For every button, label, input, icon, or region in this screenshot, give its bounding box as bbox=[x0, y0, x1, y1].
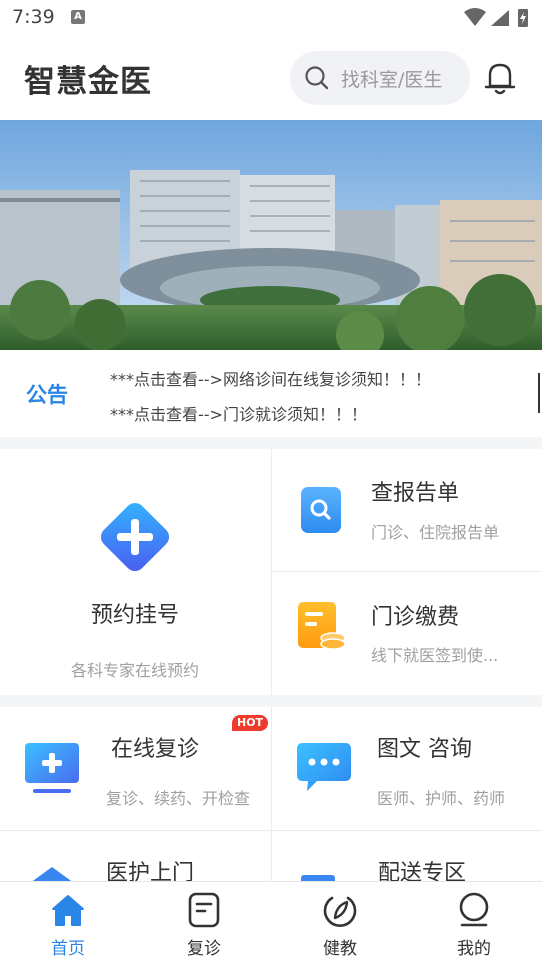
online-followup-label: 在线复诊 bbox=[111, 737, 200, 762]
tab-home[interactable]: 首页 bbox=[0, 882, 136, 966]
status-time: 7:39 bbox=[12, 6, 55, 28]
bell-icon[interactable] bbox=[484, 60, 516, 100]
monitor-plus-icon bbox=[25, 743, 79, 793]
hospital-banner[interactable] bbox=[0, 120, 542, 350]
page-title: 智慧金医 bbox=[24, 64, 152, 100]
delivery-label: 配送专区 bbox=[378, 861, 467, 881]
search-icon bbox=[304, 65, 330, 95]
tab-label: 首页 bbox=[51, 939, 85, 959]
text-cursor bbox=[538, 373, 540, 413]
announcement-tag: 公告 bbox=[26, 383, 68, 407]
secondary-services: 在线复诊 HOT 复诊、续药、开检查 图文 咨询 医师、护师、药师 医护上门 配… bbox=[0, 707, 542, 881]
payment-card[interactable]: 门诊缴费 线下就医签到使... bbox=[272, 572, 542, 695]
search-bar[interactable]: 找科室/医生 bbox=[290, 51, 470, 105]
plus-icon bbox=[100, 502, 170, 572]
app-header: 智慧金医 找科室/医生 bbox=[0, 38, 542, 120]
consult-label: 图文 咨询 bbox=[377, 737, 472, 762]
section-divider bbox=[0, 695, 542, 707]
report-label: 查报告单 bbox=[371, 481, 460, 506]
primary-services: 预约挂号 各科专家在线预约 查报告单 门诊、住院报告单 门诊缴费 线下就医签到使… bbox=[0, 449, 542, 695]
section-divider bbox=[0, 437, 542, 449]
status-icons bbox=[462, 6, 532, 34]
consult-subtitle: 医师、护师、药师 bbox=[377, 789, 506, 808]
wifi-icon bbox=[464, 8, 486, 26]
chat-icon bbox=[297, 743, 351, 791]
tab-label: 复诊 bbox=[187, 939, 221, 959]
signal-icon bbox=[491, 10, 509, 26]
report-subtitle: 门诊、住院报告单 bbox=[371, 523, 500, 542]
leaf-icon bbox=[323, 896, 357, 927]
online-followup-card[interactable]: 在线复诊 HOT 复诊、续药、开检查 bbox=[0, 707, 270, 830]
search-placeholder: 找科室/医生 bbox=[341, 69, 443, 91]
announcement-item[interactable]: ***点击查看-->门诊就诊须知！！！ bbox=[110, 401, 367, 425]
appointment-label: 预约挂号 bbox=[90, 603, 179, 628]
home-icon bbox=[52, 895, 84, 926]
payment-label: 门诊缴费 bbox=[371, 605, 460, 630]
tab-followup[interactable]: 复诊 bbox=[136, 882, 272, 966]
person-icon bbox=[459, 892, 489, 927]
announcement-bar: 公告 ***点击查看-->网络诊间在线复诊须知！！！ ***点击查看-->门诊就… bbox=[0, 351, 542, 437]
consult-card[interactable]: 图文 咨询 医师、护师、药师 bbox=[272, 707, 542, 830]
appointment-card[interactable]: 预约挂号 各科专家在线预约 bbox=[0, 449, 270, 695]
status-bar: 7:39 A bbox=[0, 0, 542, 38]
hot-badge: HOT bbox=[232, 715, 269, 731]
tab-label: 健教 bbox=[323, 939, 357, 959]
home-care-card[interactable]: 医护上门 bbox=[0, 831, 270, 881]
bottom-tab-bar: 首页 复诊 健教 我的 bbox=[0, 881, 542, 966]
home-care-label: 医护上门 bbox=[106, 861, 195, 881]
tab-education[interactable]: 健教 bbox=[272, 882, 408, 966]
online-followup-subtitle: 复诊、续药、开检查 bbox=[106, 789, 251, 808]
appointment-subtitle: 各科专家在线预约 bbox=[70, 661, 199, 680]
announcement-item[interactable]: ***点击查看-->网络诊间在线复诊须知！！！ bbox=[110, 366, 431, 390]
tab-label: 我的 bbox=[457, 939, 491, 959]
document-icon bbox=[188, 892, 220, 928]
bill-icon bbox=[298, 602, 346, 650]
delivery-card[interactable]: 配送专区 bbox=[272, 831, 542, 881]
report-card[interactable]: 查报告单 门诊、住院报告单 bbox=[272, 449, 542, 571]
payment-subtitle: 线下就医签到使... bbox=[371, 646, 499, 665]
search-report-icon bbox=[301, 487, 341, 533]
notification-icon: A bbox=[71, 10, 85, 24]
tab-profile[interactable]: 我的 bbox=[406, 882, 542, 966]
house-icon bbox=[32, 867, 72, 881]
